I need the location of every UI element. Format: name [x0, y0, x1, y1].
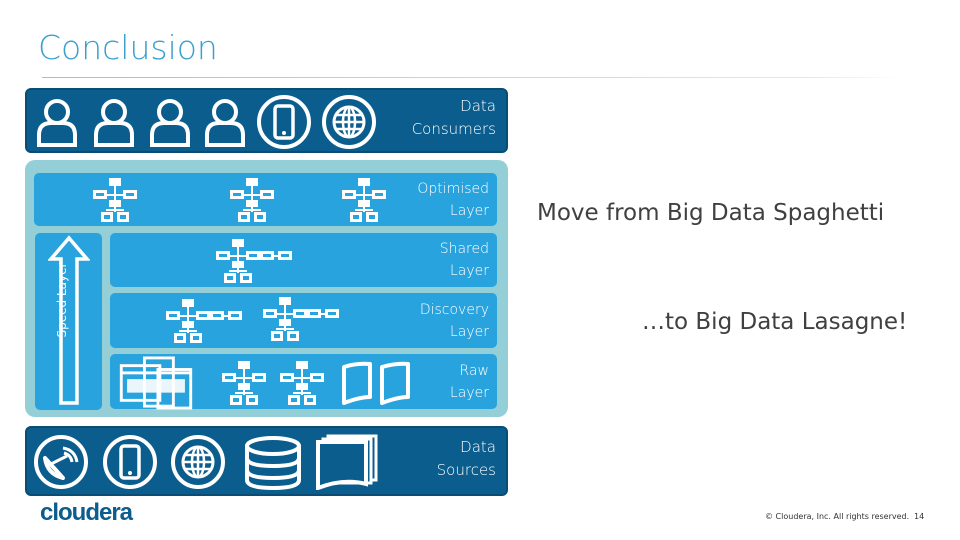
shared-layer-label: Shared Layer	[439, 241, 489, 279]
headline: Move from Big Data Spaghetti	[537, 200, 885, 226]
copyright-text: © Cloudera, Inc. All rights reserved.	[765, 512, 910, 521]
title-divider	[42, 77, 902, 78]
globe-icon	[170, 434, 226, 490]
discovery-layer-label: Discovery Layer	[419, 301, 489, 340]
network-icon	[228, 176, 276, 224]
data-sources-band: Data Sources	[25, 426, 508, 496]
satellite-icon	[33, 434, 89, 490]
network-icon	[340, 176, 388, 224]
subline: …to Big Data Lasagne!	[642, 309, 908, 335]
user-icon	[203, 96, 247, 148]
documents-icon	[314, 434, 380, 490]
arrow-up-icon	[48, 235, 90, 405]
speed-layer: Speed Layer	[35, 233, 102, 410]
files-icon	[342, 361, 412, 405]
raw-layer-label: Raw Layer	[449, 362, 489, 401]
slide-title: Conclusion	[38, 28, 218, 67]
page-number: 14	[914, 512, 925, 521]
optimised-layer-label: Optimised Layer	[417, 180, 489, 219]
user-icon	[148, 96, 192, 148]
globe-icon	[321, 94, 377, 150]
cloudera-logo: cloudera	[40, 499, 133, 526]
database-icon	[243, 436, 303, 490]
discovery-layer: Discovery Layer	[110, 293, 497, 348]
network-icon	[214, 237, 294, 285]
user-icon	[35, 96, 79, 148]
data-sources-label: Data Sources	[436, 438, 496, 479]
windows-icon	[118, 356, 194, 410]
raw-layer: Raw Layer	[110, 354, 497, 409]
network-icon	[278, 359, 326, 407]
user-icon	[92, 96, 136, 148]
network-icon	[220, 359, 268, 407]
network-icon	[261, 295, 341, 343]
data-consumers-band: Data Consumers	[25, 88, 508, 153]
network-icon	[164, 297, 244, 345]
mobile-icon	[102, 434, 158, 490]
optimised-layer: Optimised Layer	[34, 173, 497, 226]
network-icon	[91, 176, 139, 224]
data-consumers-label: Data Consumers	[411, 97, 496, 138]
mobile-icon	[256, 94, 312, 150]
shared-layer: Shared Layer	[110, 233, 497, 287]
